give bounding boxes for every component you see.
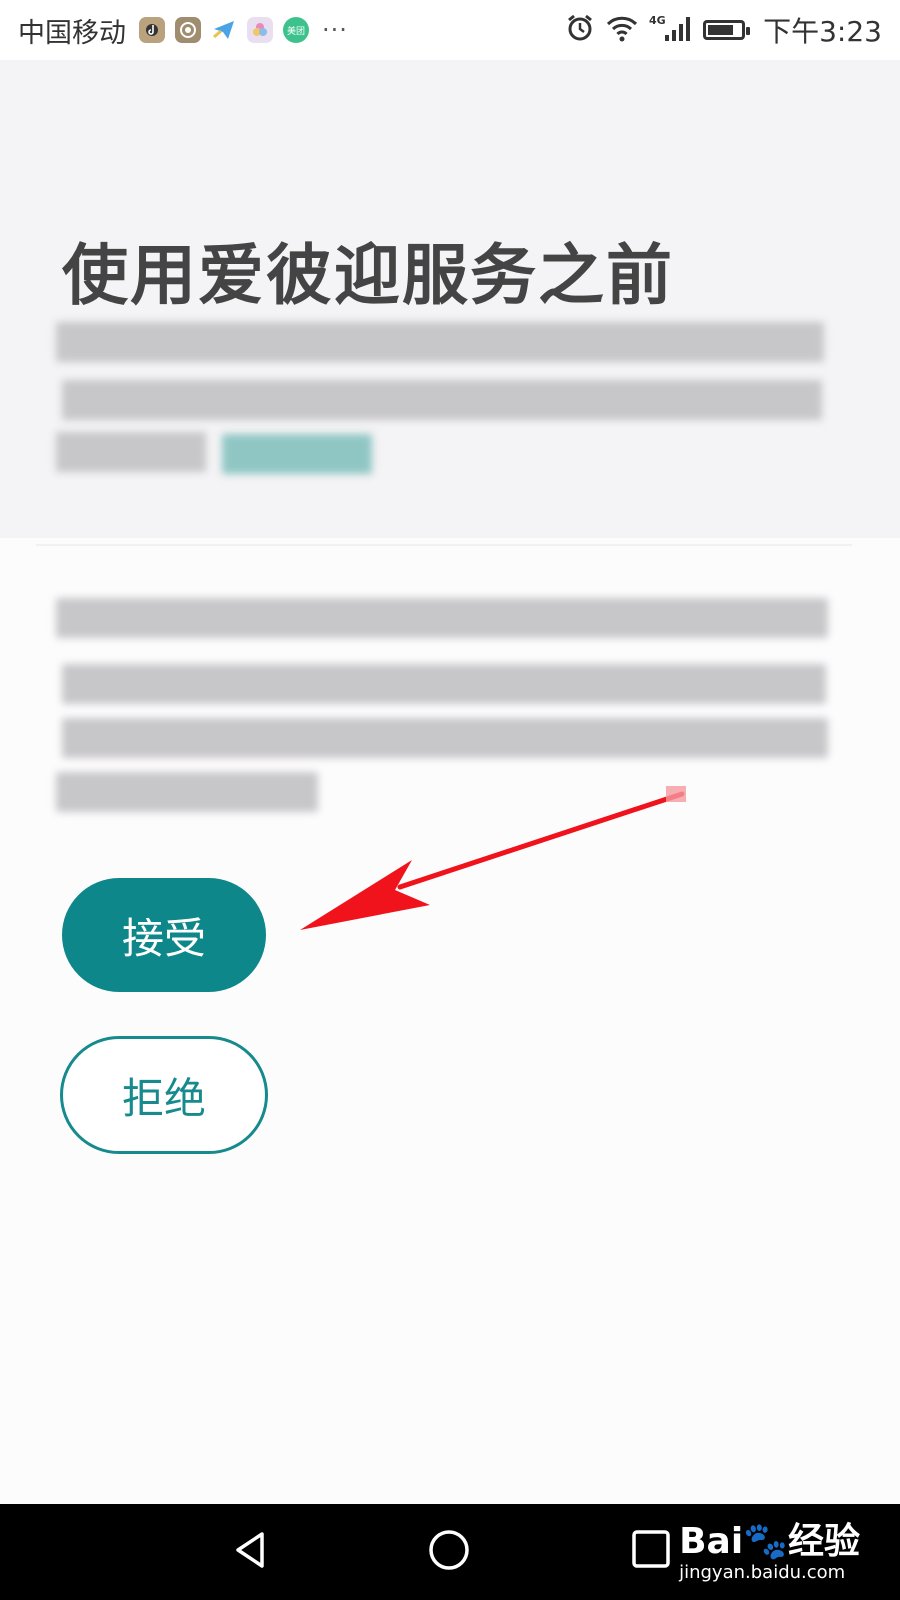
wifi-icon xyxy=(605,13,639,47)
status-time: 下午3:23 xyxy=(763,15,882,48)
telegram-icon xyxy=(211,17,237,43)
app-icon xyxy=(175,17,201,43)
watermark-url: jingyan.baidu.com xyxy=(679,1562,846,1583)
back-triangle-icon[interactable] xyxy=(228,1528,272,1576)
carrier-label: 中国移动 xyxy=(18,17,126,49)
baidu-watermark: Bai🐾经验 jingyan.baidu.com xyxy=(679,1512,860,1583)
cellular-signal-icon: 4G xyxy=(649,13,693,47)
watermark-logo: Bai🐾经验 xyxy=(679,1521,860,1562)
network-type-label: 4G xyxy=(649,14,666,27)
more-notifications-icon: ··· xyxy=(322,16,348,44)
page-title: 使用爱彼迎服务之前 xyxy=(62,237,674,314)
accept-button[interactable]: 接受 xyxy=(62,878,266,992)
blurred-link[interactable] xyxy=(222,434,372,474)
meituan-icon: 美团 xyxy=(283,17,309,43)
flower-app-icon xyxy=(247,17,273,43)
alarm-clock-icon xyxy=(565,13,595,47)
reject-button[interactable]: 拒绝 xyxy=(60,1036,268,1154)
tiktok-icon xyxy=(139,17,165,43)
home-circle-icon[interactable] xyxy=(426,1528,472,1578)
status-bar: 中国移动 美团 ··· 4G 下午3:23 xyxy=(0,0,900,60)
annotation-arrow xyxy=(300,786,686,930)
battery-icon xyxy=(703,20,751,40)
divider xyxy=(36,544,852,546)
recent-apps-square-icon[interactable] xyxy=(630,1528,672,1574)
